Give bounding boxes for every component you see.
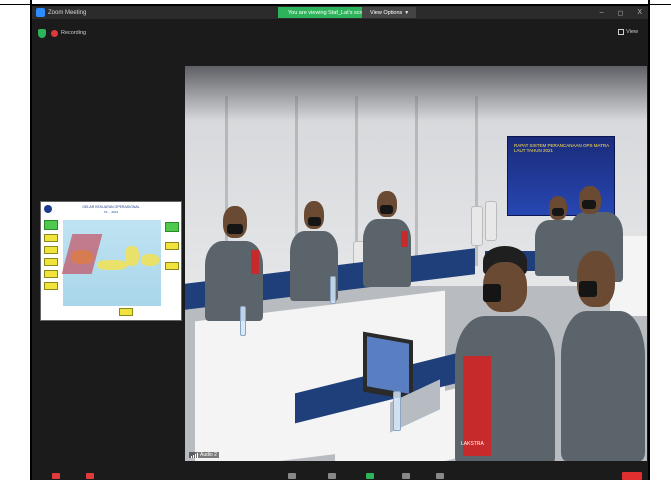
shoulder-patch (251, 250, 259, 274)
reactions-icon[interactable] (436, 473, 444, 479)
face-mask (582, 200, 596, 209)
shared-screen-thumbnail[interactable]: GELAR KEKUATAN OPERASIONAL TA ... 2021 (40, 201, 182, 321)
share-screen-icon[interactable] (366, 473, 374, 479)
slide-legend-box (44, 258, 58, 266)
face-mask (227, 224, 243, 234)
slide-legend-box (44, 220, 58, 230)
participant-person (363, 191, 413, 291)
chair (471, 206, 483, 246)
map-island (125, 246, 139, 266)
slide-legend-box (119, 308, 133, 316)
chair (485, 201, 497, 241)
record-dot-icon (51, 30, 58, 37)
face-mask (483, 284, 501, 302)
slide-legend-box (165, 242, 179, 250)
slide-legend-box (165, 262, 179, 270)
participant-person (205, 206, 265, 326)
slide-legend-box (44, 282, 58, 290)
view-options-button[interactable]: View Options ▾ (362, 7, 417, 18)
participants-icon[interactable] (288, 473, 296, 479)
water-bottle (393, 391, 401, 431)
participant-person (555, 251, 645, 461)
end-meeting-button[interactable] (622, 472, 642, 480)
slide-legend-box (165, 222, 179, 232)
meeting-info-bar: Recording View (32, 19, 648, 49)
map-island (141, 254, 159, 266)
zoom-app-icon (36, 8, 45, 17)
shoulder-patch (401, 231, 408, 247)
chevron-down-icon: ▾ (405, 9, 409, 16)
map-zone (61, 234, 103, 274)
water-bottle (240, 306, 246, 336)
window-controls: – ◻ X (600, 6, 642, 19)
map-island (97, 260, 127, 270)
laptop-screen (367, 336, 409, 394)
water-bottle (330, 276, 336, 304)
slide-legend-box (44, 234, 58, 242)
stop-video-icon[interactable] (86, 473, 94, 479)
laptop (363, 331, 413, 401)
slide-legend-box (44, 270, 58, 278)
participant-name-tag: Audio 2 (189, 452, 219, 458)
participant-name: Audio 2 (200, 452, 217, 458)
maximize-button[interactable]: ◻ (618, 9, 624, 17)
chat-icon[interactable] (328, 473, 336, 479)
view-options-label: View Options (370, 9, 403, 16)
close-button[interactable]: X (637, 9, 642, 16)
uniform (561, 311, 645, 461)
slide-title: GELAR KEKUATAN OPERASIONAL (82, 205, 140, 209)
slide-subtitle: TA ... 2021 (103, 210, 119, 214)
face-mask (552, 208, 564, 216)
uniform (363, 219, 411, 287)
window-title: Zoom Meeting (48, 9, 87, 16)
recording-label: Recording (61, 30, 87, 36)
face-mask (380, 205, 393, 214)
shield-icon[interactable] (38, 29, 46, 38)
record-icon[interactable] (402, 473, 410, 479)
active-speaker-video[interactable]: RAPAT SISTEM PERANCANAAN OPS MATRA LAUT … (185, 66, 647, 461)
mute-mic-icon[interactable] (52, 473, 60, 479)
page-left-border (30, 0, 32, 480)
wall-panel (415, 96, 418, 266)
slide-map-image (61, 220, 161, 306)
window-titlebar: Zoom Meeting You are viewing Staf_Lat's … (32, 6, 648, 19)
page-right-border (648, 0, 650, 480)
view-button-label: View (626, 29, 638, 35)
minimize-button[interactable]: – (600, 9, 604, 16)
head (577, 251, 615, 307)
meeting-toolbar (32, 470, 648, 480)
vest-label: LAKSTRA (461, 441, 484, 447)
face-mask (579, 281, 597, 297)
face-mask (308, 217, 321, 226)
signal-bars-icon (191, 452, 198, 458)
participant-person: LAKSTRA (445, 246, 565, 461)
slide-legend-box (44, 246, 58, 254)
zoom-window: Zoom Meeting You are viewing Staf_Lat's … (30, 4, 650, 480)
event-banner-text: RAPAT SISTEM PERANCANAAN OPS MATRA LAUT … (514, 143, 609, 153)
view-button[interactable]: View (618, 29, 638, 35)
grid-view-icon (618, 29, 625, 35)
